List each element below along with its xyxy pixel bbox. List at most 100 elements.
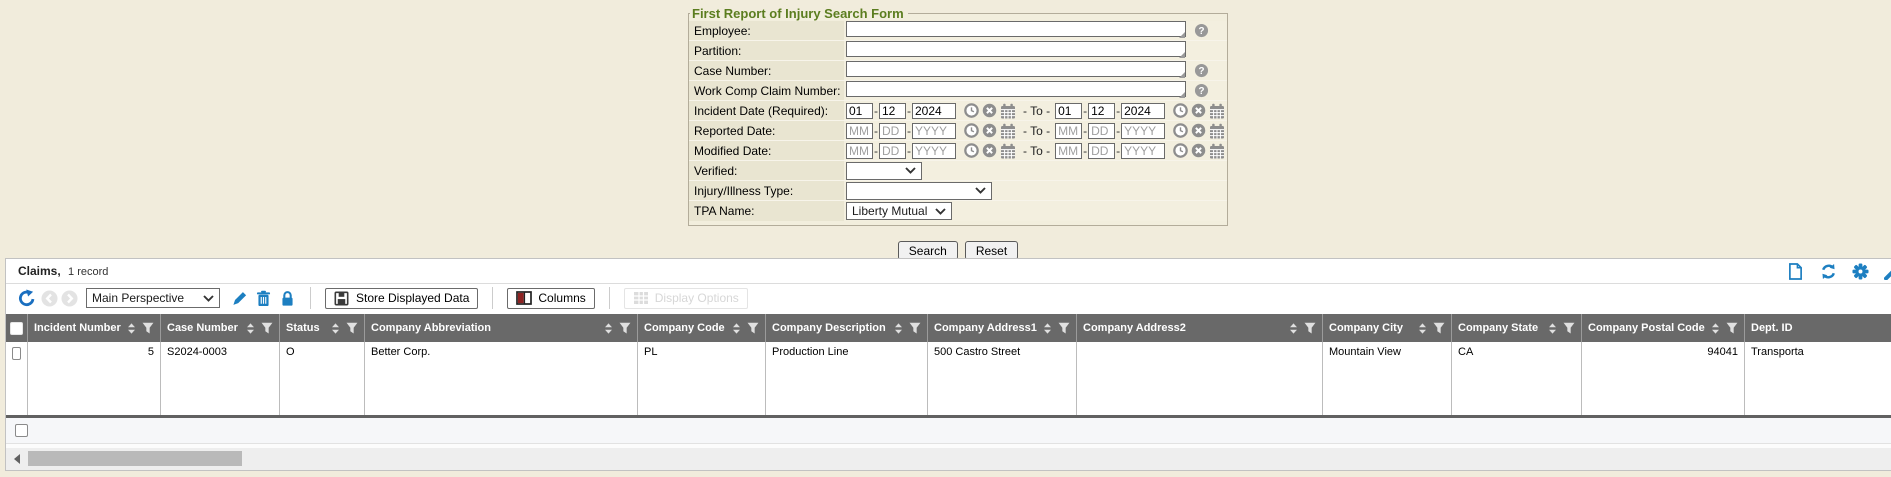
clock-icon[interactable] xyxy=(1173,123,1188,138)
column-header-company-state[interactable]: Company State xyxy=(1452,314,1582,342)
row-checkbox[interactable] xyxy=(12,347,21,360)
filter-icon[interactable] xyxy=(1726,322,1738,334)
calendar-icon[interactable] xyxy=(1000,143,1016,159)
sort-icon[interactable] xyxy=(1042,322,1053,335)
column-header-company-city[interactable]: Company City xyxy=(1323,314,1452,342)
incident-to-month-input[interactable]: 01 xyxy=(1055,103,1082,119)
table-row[interactable]: 5S2024-0003OBetter Corp.PLProduction Lin… xyxy=(6,342,1891,415)
select-all-checkbox-box[interactable] xyxy=(10,322,23,335)
employee-input[interactable] xyxy=(846,21,1186,37)
footer-row-checkbox[interactable] xyxy=(15,424,28,437)
lock-icon[interactable] xyxy=(280,290,296,307)
column-header-case-number[interactable]: Case Number xyxy=(161,314,280,342)
column-header-company-abbreviation[interactable]: Company Abbreviation xyxy=(365,314,638,342)
modified-from-day-input[interactable]: DD xyxy=(879,143,906,159)
calendar-icon[interactable] xyxy=(1000,103,1016,119)
reported-to-day-input[interactable]: DD xyxy=(1088,123,1115,139)
filter-icon[interactable] xyxy=(142,322,154,334)
column-header-company-code[interactable]: Company Code xyxy=(638,314,766,342)
column-header-company-address2[interactable]: Company Address2 xyxy=(1077,314,1323,342)
gear-icon[interactable] xyxy=(1852,263,1869,280)
row-checkbox-cell[interactable] xyxy=(6,342,28,415)
incident-from-year-input[interactable]: 2024 xyxy=(912,103,956,119)
modified-to-day-input[interactable]: DD xyxy=(1088,143,1115,159)
filter-icon[interactable] xyxy=(261,322,273,334)
injury-type-select[interactable] xyxy=(846,182,992,200)
clear-icon[interactable] xyxy=(1191,123,1206,138)
help-icon[interactable]: ? xyxy=(1194,23,1209,38)
sort-icon[interactable] xyxy=(893,322,904,335)
filter-icon[interactable] xyxy=(346,322,358,334)
clock-icon[interactable] xyxy=(1173,103,1188,118)
sort-icon[interactable] xyxy=(1547,322,1558,335)
trash-icon[interactable] xyxy=(256,290,272,307)
filter-icon[interactable] xyxy=(1304,322,1316,334)
help-icon[interactable]: ? xyxy=(1194,63,1209,78)
clear-icon[interactable] xyxy=(982,103,997,118)
reported-to-month-input[interactable]: MM xyxy=(1055,123,1082,139)
sort-icon[interactable] xyxy=(1417,322,1428,335)
modified-to-month-input[interactable]: MM xyxy=(1055,143,1082,159)
reported-from-month-input[interactable]: MM xyxy=(846,123,873,139)
sort-icon[interactable] xyxy=(126,322,137,335)
column-header-company-description[interactable]: Company Description xyxy=(766,314,928,342)
partition-input[interactable] xyxy=(846,41,1186,57)
sort-icon[interactable] xyxy=(1288,322,1299,335)
calendar-icon[interactable] xyxy=(1209,143,1225,159)
filter-icon[interactable] xyxy=(1058,322,1070,334)
incident-to-day-input[interactable]: 12 xyxy=(1088,103,1115,119)
incident-from-month-input[interactable]: 01 xyxy=(846,103,873,119)
sort-icon[interactable] xyxy=(603,322,614,335)
help-icon[interactable]: ? xyxy=(1194,83,1209,98)
clear-icon[interactable] xyxy=(1191,103,1206,118)
sort-icon[interactable] xyxy=(330,322,341,335)
reported-to-year-input[interactable]: YYYY xyxy=(1121,123,1165,139)
clock-icon[interactable] xyxy=(964,123,979,138)
verified-select[interactable] xyxy=(846,162,922,180)
column-header-status[interactable]: Status xyxy=(280,314,365,342)
sort-icon[interactable] xyxy=(245,322,256,335)
reported-from-day-input[interactable]: DD xyxy=(879,123,906,139)
perspective-select[interactable]: Main Perspective xyxy=(86,288,220,308)
sort-icon[interactable] xyxy=(731,322,742,335)
undo-icon[interactable] xyxy=(18,289,36,307)
filter-icon[interactable] xyxy=(1433,322,1445,334)
clock-icon[interactable] xyxy=(964,143,979,158)
calendar-icon[interactable] xyxy=(1000,123,1016,139)
refresh-icon[interactable] xyxy=(1820,263,1837,280)
sort-icon[interactable] xyxy=(1710,322,1721,335)
filter-icon[interactable] xyxy=(747,322,759,334)
filter-icon[interactable] xyxy=(1563,322,1575,334)
horizontal-scrollbar[interactable] xyxy=(6,448,1891,470)
incident-from-day-input[interactable]: 12 xyxy=(879,103,906,119)
scroll-left-arrow-icon[interactable] xyxy=(13,454,21,464)
new-document-icon[interactable] xyxy=(1788,263,1805,280)
case-number-input[interactable] xyxy=(846,61,1186,77)
modified-from-month-input[interactable]: MM xyxy=(846,143,873,159)
clear-icon[interactable] xyxy=(1191,143,1206,158)
column-header-incident-number[interactable]: Incident Number xyxy=(28,314,161,342)
scrollbar-thumb[interactable] xyxy=(28,451,242,466)
column-header-dept-id[interactable]: Dept. ID xyxy=(1745,314,1891,342)
calendar-icon[interactable] xyxy=(1209,123,1225,139)
column-header-company-postal-code[interactable]: Company Postal Code xyxy=(1582,314,1745,342)
calendar-icon[interactable] xyxy=(1209,103,1225,119)
clock-icon[interactable] xyxy=(964,103,979,118)
work-comp-claim-input[interactable] xyxy=(846,81,1186,97)
modified-to-year-input[interactable]: YYYY xyxy=(1121,143,1165,159)
select-all-checkbox[interactable] xyxy=(6,314,28,342)
clear-icon[interactable] xyxy=(982,143,997,158)
tpa-name-select[interactable]: Liberty Mutual xyxy=(846,202,952,220)
modified-from-year-input[interactable]: YYYY xyxy=(912,143,956,159)
wrench-icon[interactable] xyxy=(1884,262,1891,280)
clock-icon[interactable] xyxy=(1173,143,1188,158)
store-displayed-data-button[interactable]: Store Displayed Data xyxy=(325,288,478,309)
filter-icon[interactable] xyxy=(909,322,921,334)
reported-from-year-input[interactable]: YYYY xyxy=(912,123,956,139)
clear-icon[interactable] xyxy=(982,123,997,138)
columns-button[interactable]: Columns xyxy=(507,288,594,309)
pencil-icon[interactable] xyxy=(232,290,248,307)
filter-icon[interactable] xyxy=(619,322,631,334)
incident-to-year-input[interactable]: 2024 xyxy=(1121,103,1165,119)
column-header-company-address1[interactable]: Company Address1 xyxy=(928,314,1077,342)
